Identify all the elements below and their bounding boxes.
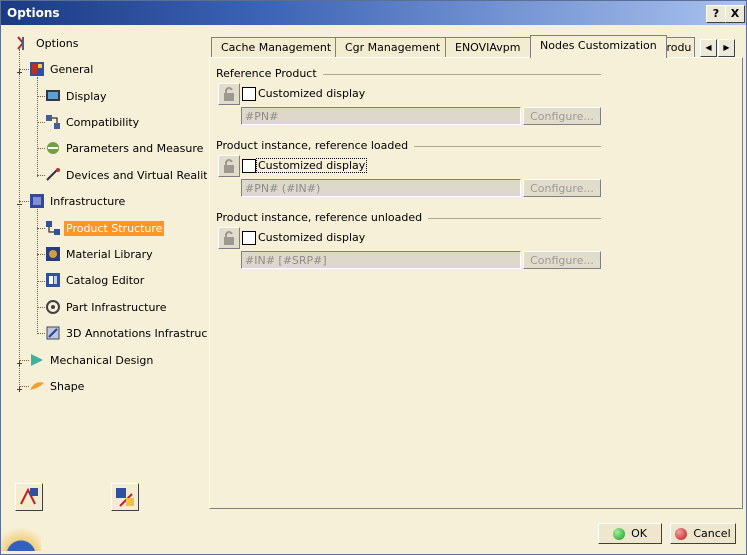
instance-unloaded-group: Product instance, reference unloaded Cus… — [216, 211, 606, 271]
reset-options-icon[interactable] — [111, 483, 139, 511]
reference-product-group: Reference Product Customized display #PN… — [216, 67, 606, 127]
mechanical-design-icon — [29, 352, 45, 368]
tree-item-label: Product Structure — [64, 220, 165, 236]
expand-icon[interactable] — [16, 66, 23, 75]
tree-item-label: Display — [66, 89, 107, 103]
tree-item-label: Part Infrastructure — [66, 300, 167, 314]
lock-button[interactable] — [218, 83, 240, 105]
tree-item-label: General — [50, 62, 94, 76]
group-title: Product instance, reference unloaded — [216, 211, 429, 224]
tree-item-label: Parameters and Measure — [66, 141, 204, 155]
ok-label: OK — [631, 527, 647, 540]
options-dialog: Options ? X Options General Display Comp… — [0, 0, 747, 555]
tree-item-infrastructure[interactable]: Infrastructure — [29, 191, 127, 211]
tree-item-shape[interactable]: Shape — [29, 376, 86, 396]
tree-item-label: Compatibility — [66, 115, 140, 129]
window-title: Options — [7, 6, 60, 20]
checkbox-label: Customized display — [258, 231, 366, 244]
instance-loaded-group: Product instance, reference loaded Custo… — [216, 139, 606, 199]
tree-item-label: Material Library — [66, 247, 153, 261]
tools-options-icon[interactable] — [15, 483, 43, 511]
infrastructure-icon — [29, 193, 45, 209]
compatibility-icon — [45, 114, 61, 130]
checkbox-label: Customized display — [258, 87, 366, 100]
close-button[interactable]: X — [725, 5, 745, 23]
tree-item-label: 3D Annotations Infrastructu — [66, 326, 207, 340]
tree-item-3d-annotations[interactable]: 3D Annotations Infrastructu — [45, 323, 207, 343]
customized-display-checkbox[interactable] — [242, 87, 256, 101]
part-infrastructure-icon — [45, 299, 61, 315]
customized-display-checkbox[interactable] — [242, 231, 256, 245]
tree-item-catalog-editor[interactable]: Catalog Editor — [45, 270, 146, 290]
expand-icon[interactable] — [16, 357, 23, 366]
material-library-icon — [45, 246, 61, 262]
display-icon — [45, 88, 61, 104]
ok-icon — [613, 527, 626, 540]
tree-item-material-library[interactable]: Material Library — [45, 244, 155, 264]
group-title: Reference Product — [216, 67, 323, 80]
display-format-field[interactable]: #PN# (#IN#) — [241, 179, 521, 197]
corner-decoration — [1, 521, 41, 551]
cancel-icon — [675, 527, 688, 540]
display-format-field[interactable]: #IN# [#SRP#] — [241, 251, 521, 269]
tab-cgr-management[interactable]: Cgr Management — [335, 37, 451, 58]
tree-item-devices[interactable]: Devices and Virtual Reality — [45, 165, 207, 185]
tree-item-label: Options — [36, 36, 79, 50]
lock-button[interactable] — [218, 155, 240, 177]
expand-icon[interactable] — [16, 383, 23, 392]
options-tree: Options General Display Compatibility Pa — [5, 29, 207, 521]
options-root-icon — [15, 35, 31, 51]
lock-button[interactable] — [218, 227, 240, 249]
parameters-icon — [45, 140, 61, 156]
general-icon — [29, 61, 45, 77]
display-format-field[interactable]: #PN# — [241, 107, 521, 125]
shape-icon — [29, 378, 45, 394]
tree-item-parameters[interactable]: Parameters and Measure — [45, 138, 205, 158]
tree-item-options[interactable]: Options — [15, 33, 80, 53]
tree-item-general[interactable]: General — [29, 59, 95, 79]
help-button[interactable]: ? — [706, 5, 726, 23]
tree-item-mechanical-design[interactable]: Mechanical Design — [29, 350, 155, 370]
configure-button[interactable]: Configure... — [523, 251, 601, 269]
title-bar: Options ? X — [1, 1, 746, 25]
tree-item-compatibility[interactable]: Compatibility — [45, 112, 141, 132]
annotations-icon — [45, 325, 61, 341]
tree-item-label: Catalog Editor — [66, 273, 145, 287]
tab-cache-management[interactable]: Cache Management — [211, 37, 342, 58]
tree-item-display[interactable]: Display — [45, 86, 109, 106]
tab-nodes-customization[interactable]: Nodes Customization — [530, 35, 667, 58]
cancel-label: Cancel — [693, 527, 731, 540]
checkbox-label: Customized display — [255, 158, 368, 173]
tab-scroll-right-icon[interactable]: ▶ — [718, 39, 735, 57]
tree-item-part-infrastructure[interactable]: Part Infrastructure — [45, 297, 168, 317]
customized-display-checkbox[interactable] — [242, 159, 256, 173]
group-title: Product instance, reference loaded — [216, 139, 415, 152]
tab-strip: Cache Management Cgr Management ENOVIAvp… — [209, 35, 699, 58]
tree-item-label: Devices and Virtual Reality — [66, 168, 207, 182]
expand-icon[interactable] — [16, 198, 23, 205]
product-structure-icon — [45, 220, 61, 236]
configure-button[interactable]: Configure... — [523, 107, 601, 125]
catalog-editor-icon — [45, 272, 61, 288]
tree-item-product-structure[interactable]: Product Structure — [45, 218, 165, 238]
cancel-button[interactable]: Cancel — [670, 523, 736, 544]
configure-button[interactable]: Configure... — [523, 179, 601, 197]
tree-item-label: Infrastructure — [50, 194, 126, 208]
tree-item-label: Shape — [50, 379, 85, 393]
tree-item-label: Mechanical Design — [50, 353, 154, 367]
tab-enoviavpm[interactable]: ENOVIAvpm — [445, 37, 531, 58]
devices-icon — [45, 167, 61, 183]
tab-scroll-left-icon[interactable]: ◀ — [700, 39, 717, 57]
ok-button[interactable]: OK — [598, 523, 662, 544]
